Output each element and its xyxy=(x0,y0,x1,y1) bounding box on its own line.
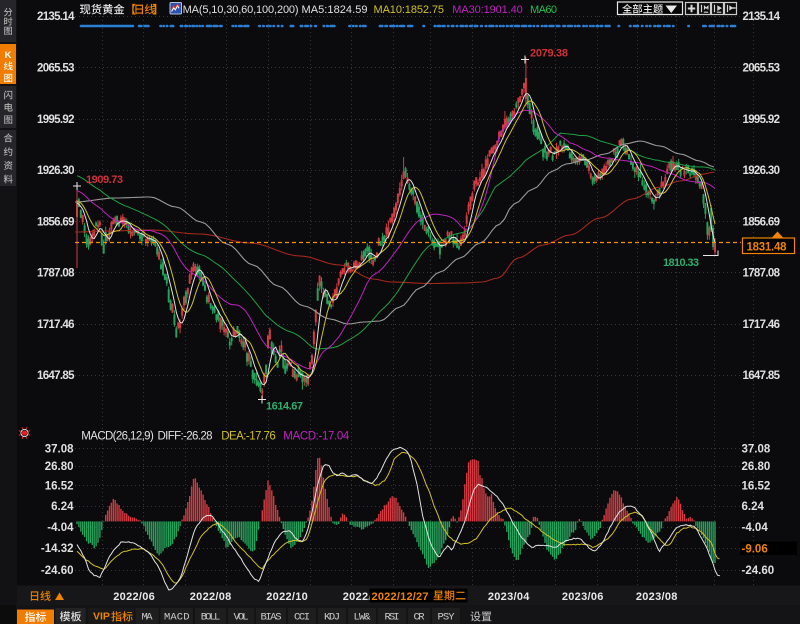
svg-text:DIFF:-26.28: DIFF:-26.28 xyxy=(158,431,213,443)
svg-text:1995.92: 1995.92 xyxy=(37,114,75,126)
svg-text:16.52: 16.52 xyxy=(45,481,74,493)
svg-text:6.24: 6.24 xyxy=(51,501,74,513)
svg-text:VIP: VIP xyxy=(93,611,110,623)
svg-text:26.80: 26.80 xyxy=(742,461,771,473)
svg-text:CCI: CCI xyxy=(294,612,310,624)
svg-text:2023/06: 2023/06 xyxy=(562,591,604,603)
svg-text:MA: MA xyxy=(142,612,154,624)
svg-text:16.52: 16.52 xyxy=(742,481,771,493)
svg-text:MA30:1901.40: MA30:1901.40 xyxy=(452,4,523,16)
svg-text:1856.69: 1856.69 xyxy=(743,216,781,228)
svg-text:1926.30: 1926.30 xyxy=(743,165,781,177)
svg-text:1909.73: 1909.73 xyxy=(86,174,123,186)
svg-text:1647.85: 1647.85 xyxy=(37,370,75,382)
svg-text:1717.46: 1717.46 xyxy=(37,319,75,331)
svg-text:26.80: 26.80 xyxy=(45,461,74,473)
svg-text:-24.60: -24.60 xyxy=(41,565,74,577)
svg-text:MACD(26,12,9): MACD(26,12,9) xyxy=(81,431,154,443)
svg-text:MACD:-17.04: MACD:-17.04 xyxy=(283,431,350,443)
svg-text:CR: CR xyxy=(414,612,426,624)
svg-text:2023/04: 2023/04 xyxy=(488,591,530,603)
svg-text:2022/08: 2022/08 xyxy=(190,591,232,603)
svg-text:2022/06: 2022/06 xyxy=(113,591,155,603)
svg-text:1831.48: 1831.48 xyxy=(747,242,788,254)
svg-text:LW&: LW& xyxy=(354,612,372,624)
svg-text:2022/10: 2022/10 xyxy=(266,591,308,603)
svg-text:1787.08: 1787.08 xyxy=(743,268,781,280)
svg-text:-4.04: -4.04 xyxy=(742,522,769,534)
svg-text:2079.38: 2079.38 xyxy=(530,48,568,60)
svg-text:MA5:1824.59: MA5:1824.59 xyxy=(302,4,368,16)
svg-text:KDJ: KDJ xyxy=(324,612,340,624)
svg-text:1787.08: 1787.08 xyxy=(37,268,75,280)
svg-text:2022/12/27: 2022/12/27 xyxy=(372,591,429,603)
svg-text:37.08: 37.08 xyxy=(45,444,74,456)
svg-text:-14.32: -14.32 xyxy=(41,543,74,555)
svg-text:37.08: 37.08 xyxy=(742,444,771,456)
svg-text:2135.14: 2135.14 xyxy=(743,11,781,23)
svg-text:K: K xyxy=(5,50,12,61)
svg-text:BIAS: BIAS xyxy=(261,612,282,624)
svg-text:2135.14: 2135.14 xyxy=(37,11,75,23)
svg-text:PSY: PSY xyxy=(438,612,456,624)
svg-text:-9.06: -9.06 xyxy=(742,544,768,556)
svg-text:MA(5,10,30,60,100,200): MA(5,10,30,60,100,200) xyxy=(183,4,299,16)
svg-text:MA10:1852.75: MA10:1852.75 xyxy=(374,4,445,16)
svg-text:MA60: MA60 xyxy=(530,4,557,16)
svg-text:-24.60: -24.60 xyxy=(742,565,775,577)
svg-text:2065.53: 2065.53 xyxy=(743,63,781,75)
svg-text:2023/08: 2023/08 xyxy=(636,591,678,603)
svg-text:1614.67: 1614.67 xyxy=(266,401,303,413)
svg-text:1995.92: 1995.92 xyxy=(743,114,781,126)
svg-text:RSI: RSI xyxy=(385,612,400,624)
svg-text:-4.04: -4.04 xyxy=(47,522,74,534)
svg-text:2065.53: 2065.53 xyxy=(37,63,75,75)
svg-text:BOLL: BOLL xyxy=(201,612,221,624)
svg-text:VOL: VOL xyxy=(234,612,249,624)
svg-text:1647.85: 1647.85 xyxy=(743,370,781,382)
svg-text:DEA:-17.76: DEA:-17.76 xyxy=(221,431,275,443)
svg-text:MACD: MACD xyxy=(164,612,190,624)
svg-text:1717.46: 1717.46 xyxy=(743,319,781,331)
svg-text:1856.69: 1856.69 xyxy=(37,216,75,228)
svg-text:1810.33: 1810.33 xyxy=(663,257,699,269)
svg-text:6.24: 6.24 xyxy=(742,501,765,513)
svg-text:1926.30: 1926.30 xyxy=(37,165,75,177)
